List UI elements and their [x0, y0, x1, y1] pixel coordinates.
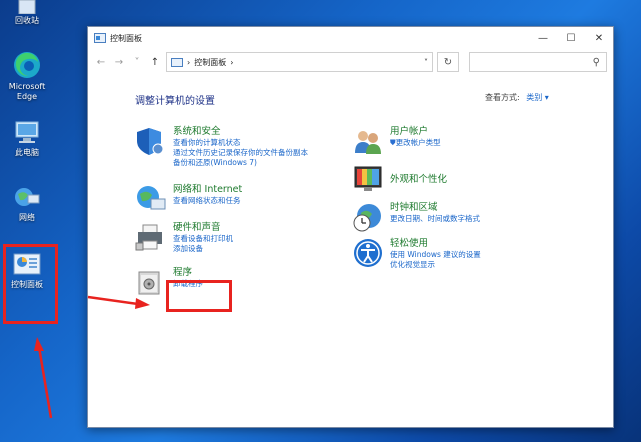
minimize-button[interactable]: — [529, 27, 557, 49]
search-input[interactable]: ⚲ [469, 52, 607, 72]
up-arrow-icon[interactable]: ↑ [148, 57, 162, 68]
control-panel-window: 控制面板 — ☐ ✕ ← → ˅ ↑ › 控制面板 › ˅ ↻ ⚲ 调整计算机的… [87, 26, 614, 428]
category-link[interactable]: 查看你的计算机状态 [173, 138, 308, 148]
view-by: 查看方式: 类别 ▾ [485, 92, 549, 103]
category-link[interactable]: 查看网络状态和任务 [173, 196, 242, 206]
recycle-bin-icon [18, 0, 36, 14]
shield-icon [137, 128, 164, 155]
desktop-icon-label: Microsoft Edge [8, 82, 46, 101]
category-title[interactable]: 用户帐户 [390, 125, 441, 138]
category-link[interactable]: 优化视觉显示 [390, 260, 481, 270]
arrow-right-annotation [87, 295, 150, 309]
category-link[interactable]: 添加设备 [173, 244, 233, 254]
view-by-dropdown[interactable]: 类别 ▾ [526, 93, 549, 102]
category-hardware-sound: 硬件和声音 查看设备和打印机 添加设备 [135, 221, 233, 254]
control-panel-icon [171, 57, 183, 67]
page-title: 调整计算机的设置 [135, 96, 215, 107]
category-link[interactable]: 备份和还原(Windows 7) [173, 158, 308, 168]
desktop-icon-recycle-bin[interactable]: 回收站 [0, 0, 54, 26]
recent-locations-icon[interactable]: ˅ [130, 57, 144, 68]
title-bar[interactable]: 控制面板 — ☐ ✕ [88, 27, 613, 49]
navigation-bar: ← → ˅ ↑ › 控制面板 › ˅ ↻ ⚲ [88, 49, 613, 75]
arrow-up-annotation [34, 337, 53, 419]
category-link[interactable]: ⛊更改帐户类型 [390, 138, 441, 148]
category-title[interactable]: 轻松使用 [390, 237, 481, 250]
control-panel-icon [94, 33, 106, 43]
category-link[interactable]: 更改日期、时间或数字格式 [390, 214, 480, 224]
category-link[interactable]: 查看设备和打印机 [173, 234, 233, 244]
address-text[interactable]: 控制面板 [194, 57, 226, 68]
maximize-button[interactable]: ☐ [557, 27, 585, 49]
desktop-icon-this-pc[interactable]: 此电脑 [0, 120, 54, 158]
category-link[interactable]: 使用 Windows 建议的设置 [390, 250, 481, 260]
category-link-text[interactable]: 更改帐户类型 [396, 138, 441, 147]
address-bar[interactable]: › 控制面板 › ˅ [166, 52, 433, 72]
desktop-icon-label: 网络 [19, 213, 35, 222]
category-system-security: 系统和安全 查看你的计算机状态 通过文件历史记录保存你的文件备份副本 备份和还原… [135, 125, 308, 168]
category-title[interactable]: 外观和个性化 [390, 173, 447, 186]
category-title[interactable]: 系统和安全 [173, 125, 308, 138]
highlight-box-desktop [3, 244, 58, 324]
address-separator: › [230, 57, 234, 67]
main-content: 调整计算机的设置 查看方式: 类别 ▾ 系统和安全 查看你的计算机状态 通过文件… [88, 75, 613, 427]
category-user-accounts: 用户帐户 ⛊更改帐户类型 [352, 125, 441, 157]
printer-icon [135, 224, 162, 251]
highlight-box-uninstall [166, 280, 232, 312]
window-title: 控制面板 [110, 33, 142, 43]
network-icon [137, 186, 166, 210]
chevron-down-icon[interactable]: ˅ [424, 58, 428, 67]
close-button[interactable]: ✕ [585, 27, 613, 49]
network-icon [15, 188, 40, 206]
view-by-label: 查看方式: [485, 93, 520, 102]
desktop-icon-label: 此电脑 [15, 148, 39, 157]
refresh-icon[interactable]: ↻ [437, 52, 459, 72]
desktop-icon-network[interactable]: 网络 [0, 185, 54, 223]
category-link[interactable]: 通过文件历史记录保存你的文件备份副本 [173, 148, 308, 158]
address-separator: › [187, 57, 191, 67]
category-title[interactable]: 程序 [173, 266, 203, 279]
desktop-icon-label: 回收站 [15, 16, 39, 25]
desktop-icon-edge[interactable]: Microsoft Edge [0, 50, 54, 102]
forward-arrow-icon[interactable]: → [112, 57, 126, 68]
clock-icon [353, 204, 381, 232]
accessibility-icon [354, 239, 382, 267]
computer-icon [15, 121, 39, 143]
category-ease-of-access: 轻松使用 使用 Windows 建议的设置 优化视觉显示 [352, 237, 481, 270]
category-title[interactable]: 硬件和声音 [173, 221, 233, 234]
edge-icon [14, 52, 40, 78]
category-network-internet: 网络和 Internet 查看网络状态和任务 [135, 183, 242, 215]
category-title[interactable]: 时钟和区域 [390, 201, 480, 214]
back-arrow-icon[interactable]: ← [94, 57, 108, 68]
appearance-icon [354, 166, 382, 191]
search-icon: ⚲ [592, 56, 600, 68]
category-title[interactable]: 网络和 Internet [173, 183, 242, 196]
category-appearance: 外观和个性化 [352, 163, 447, 195]
users-icon [355, 131, 381, 154]
category-clock-region: 时钟和区域 更改日期、时间或数字格式 [352, 201, 480, 233]
